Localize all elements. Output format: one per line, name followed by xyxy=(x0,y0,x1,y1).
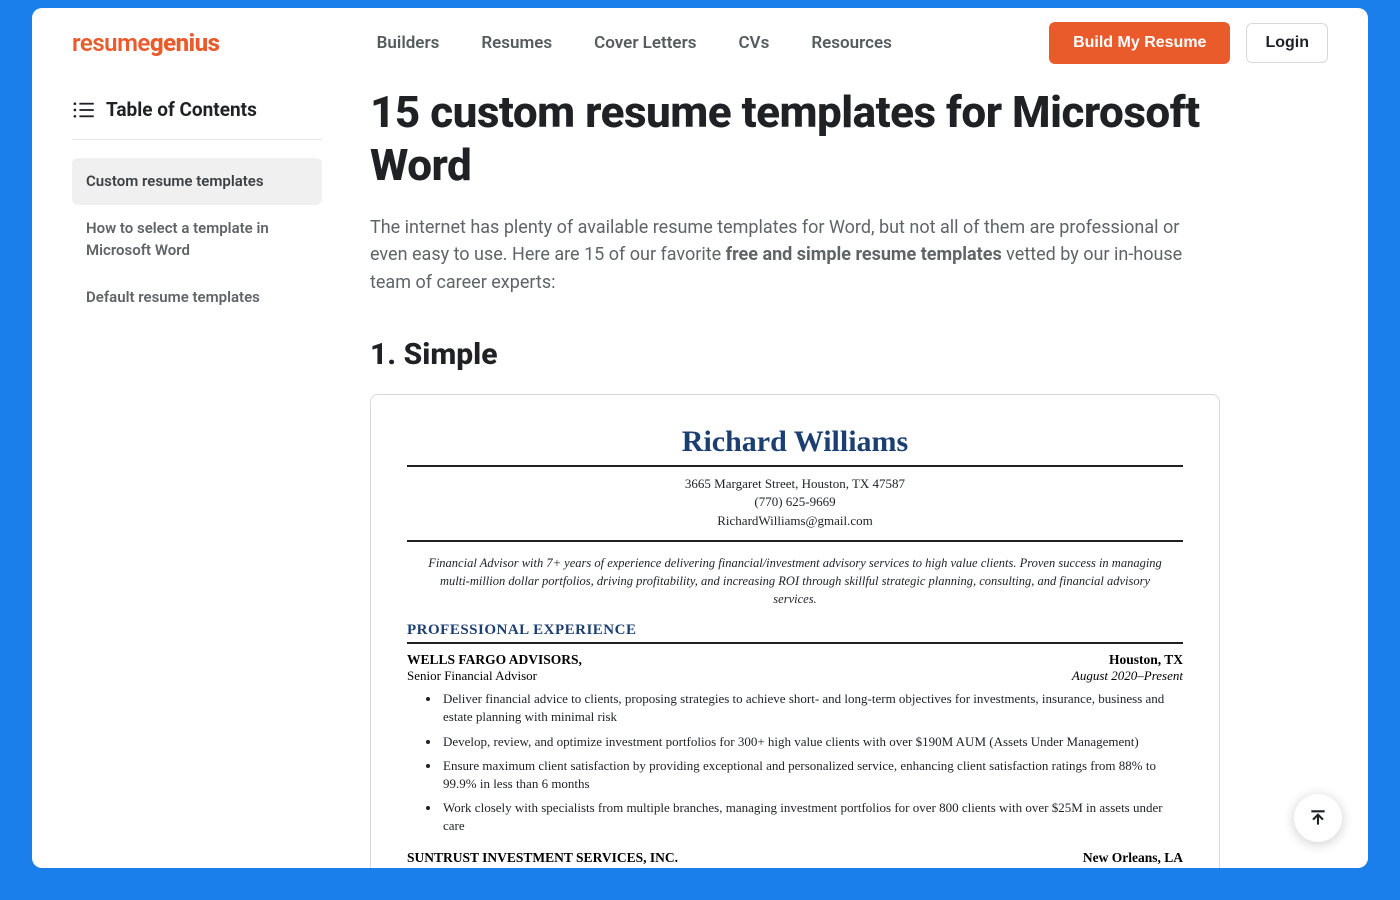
main-content: 15 custom resume templates for Microsoft… xyxy=(370,78,1220,868)
job2-sub: Financial Advisor July 2017–August 2020 xyxy=(407,866,1183,868)
resume-template-preview: Richard Williams 3665 Margaret Street, H… xyxy=(370,394,1220,868)
main-nav: Builders Resumes Cover Letters CVs Resou… xyxy=(377,33,892,53)
build-resume-button[interactable]: Build My Resume xyxy=(1049,22,1230,64)
job1-sub: Senior Financial Advisor August 2020–Pre… xyxy=(407,668,1183,684)
site-header: resumegenius Builders Resumes Cover Lett… xyxy=(32,8,1368,78)
job1-title: Senior Financial Advisor xyxy=(407,668,537,684)
job1-location: Houston, TX xyxy=(1109,652,1183,668)
header-actions: Build My Resume Login xyxy=(1049,22,1328,64)
resume-phone: (770) 625-9669 xyxy=(407,493,1183,511)
toc-title: Table of Contents xyxy=(106,98,257,121)
logo-part1: resume xyxy=(72,29,150,57)
nav-cvs[interactable]: CVs xyxy=(738,33,769,53)
list-item: Develop, review, and optimize investment… xyxy=(441,733,1183,751)
content-area: Table of Contents Custom resume template… xyxy=(32,78,1368,868)
job1-bullets: Deliver financial advice to clients, pro… xyxy=(407,690,1183,835)
resume-section-title: PROFESSIONAL EXPERIENCE xyxy=(407,622,1183,644)
toc-item-custom[interactable]: Custom resume templates xyxy=(72,158,322,205)
intro-bold: free and simple resume templates xyxy=(726,244,1002,265)
nav-cover-letters[interactable]: Cover Letters xyxy=(594,33,696,53)
list-item: Ensure maximum client satisfaction by pr… xyxy=(441,757,1183,793)
job2-title: Financial Advisor xyxy=(407,866,500,868)
resume-address: 3665 Margaret Street, Houston, TX 47587 xyxy=(407,475,1183,493)
resume-email: RichardWilliams@gmail.com xyxy=(407,512,1183,530)
logo-part2: genius xyxy=(150,29,220,57)
job1-company: WELLS FARGO ADVISORS, xyxy=(407,652,582,668)
site-logo[interactable]: resumegenius xyxy=(72,29,219,57)
arrow-up-icon xyxy=(1308,808,1328,828)
list-item: Deliver financial advice to clients, pro… xyxy=(441,690,1183,726)
job2-header: SUNTRUST INVESTMENT SERVICES, INC. New O… xyxy=(407,850,1183,866)
job2-company: SUNTRUST INVESTMENT SERVICES, INC. xyxy=(407,850,678,866)
resume-contact: 3665 Margaret Street, Houston, TX 47587 … xyxy=(407,475,1183,542)
intro-paragraph: The internet has plenty of available res… xyxy=(370,214,1220,298)
sidebar: Table of Contents Custom resume template… xyxy=(72,78,322,868)
login-button[interactable]: Login xyxy=(1246,23,1328,63)
toc-item-default[interactable]: Default resume templates xyxy=(72,274,322,321)
job1-dates: August 2020–Present xyxy=(1072,668,1183,684)
list-icon xyxy=(72,101,94,119)
nav-builders[interactable]: Builders xyxy=(377,33,440,53)
scroll-to-top-button[interactable] xyxy=(1294,794,1342,842)
template-heading: 1. Simple xyxy=(370,337,1220,372)
job1-header: WELLS FARGO ADVISORS, Houston, TX xyxy=(407,652,1183,668)
list-item: Work closely with specialists from multi… xyxy=(441,799,1183,835)
nav-resumes[interactable]: Resumes xyxy=(481,33,552,53)
page-container: resumegenius Builders Resumes Cover Lett… xyxy=(32,8,1368,868)
resume-name: Richard Williams xyxy=(407,425,1183,467)
toc-item-howto[interactable]: How to select a template in Microsoft Wo… xyxy=(72,205,322,274)
toc-header: Table of Contents xyxy=(72,98,322,140)
page-title: 15 custom resume templates for Microsoft… xyxy=(370,86,1220,192)
toc-list: Custom resume templates How to select a … xyxy=(72,158,322,320)
job2-location: New Orleans, LA xyxy=(1083,850,1183,866)
resume-summary: Financial Advisor with 7+ years of exper… xyxy=(407,554,1183,622)
nav-resources[interactable]: Resources xyxy=(811,33,892,53)
job2-dates: July 2017–August 2020 xyxy=(1060,866,1183,868)
